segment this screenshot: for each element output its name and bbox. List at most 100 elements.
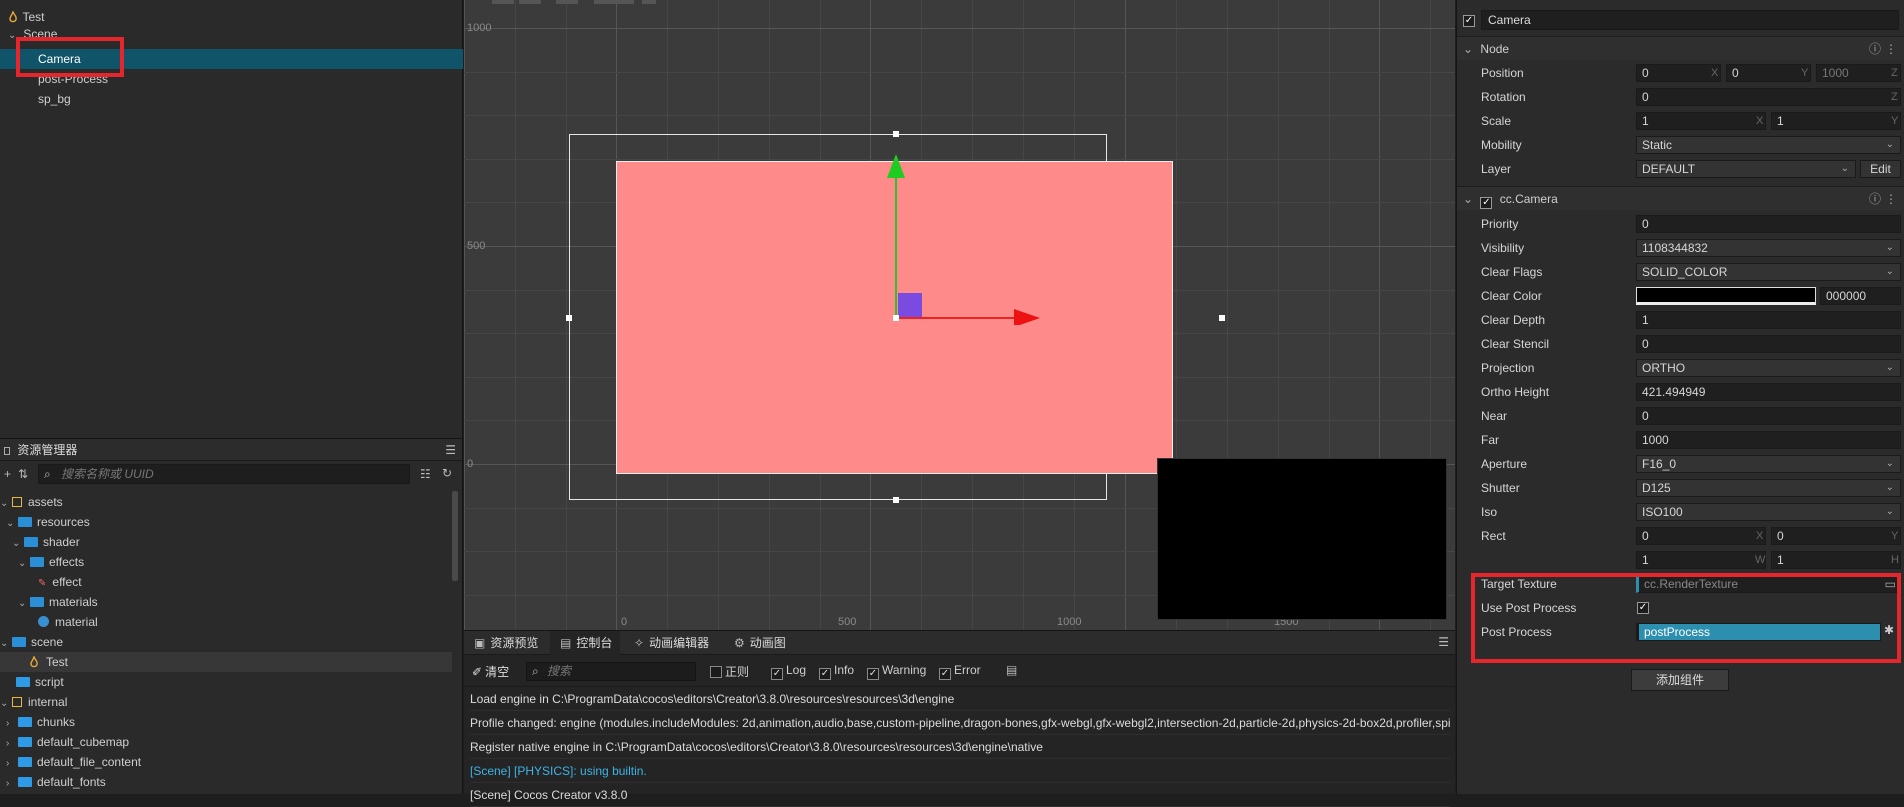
clear-color-hex-input[interactable]: 000000 bbox=[1820, 287, 1901, 305]
tab-console[interactable]: ▤ 控制台 bbox=[550, 631, 621, 655]
checkbox[interactable]: ✓ bbox=[771, 668, 783, 680]
folder-icon bbox=[24, 537, 38, 547]
more-icon[interactable]: ⋮ bbox=[1885, 187, 1897, 211]
asset-item-effects[interactable]: ⌄ effects bbox=[18, 552, 84, 572]
clear-color-swatch[interactable] bbox=[1636, 287, 1816, 305]
ortho-height-input[interactable]: 421.494949 bbox=[1636, 383, 1901, 401]
toolbar-button[interactable] bbox=[594, 0, 634, 4]
refresh-icon[interactable]: ↻ bbox=[442, 466, 452, 480]
folder-icon bbox=[18, 777, 32, 787]
projection-select[interactable]: ORTHO ⌄ bbox=[1636, 359, 1901, 377]
material-icon bbox=[38, 616, 49, 627]
rect-w-input[interactable]: 1 bbox=[1636, 551, 1766, 569]
rotation-z-input[interactable]: 0 bbox=[1636, 88, 1901, 106]
shutter-select[interactable]: D125 ⌄ bbox=[1636, 479, 1901, 497]
move-gizmo[interactable] bbox=[884, 150, 1044, 325]
info-filter[interactable]: ✓ Info bbox=[819, 663, 854, 680]
clear-flags-select[interactable]: SOLID_COLOR ⌄ bbox=[1636, 263, 1901, 281]
scene-view[interactable]: 1000 500 0 0 500 1000 1500 bbox=[464, 0, 1455, 630]
resize-handle[interactable] bbox=[1219, 315, 1225, 321]
rect-row: Rect 0 X 0 Y bbox=[1457, 524, 1904, 548]
visibility-select[interactable]: 1108344832 ⌄ bbox=[1636, 239, 1901, 257]
chevron-down-icon: ⌄ bbox=[1885, 242, 1894, 253]
clear-depth-input[interactable]: 1 bbox=[1636, 311, 1901, 329]
layer-select[interactable]: DEFAULT ⌄ bbox=[1636, 160, 1856, 178]
scrollbar[interactable] bbox=[452, 491, 458, 581]
rect-x-input[interactable]: 0 bbox=[1636, 527, 1766, 545]
error-filter[interactable]: ✓ Error bbox=[939, 663, 981, 680]
warning-filter[interactable]: ✓ Warning bbox=[867, 663, 926, 680]
clear-flags-row: Clear Flags SOLID_COLOR ⌄ bbox=[1457, 260, 1904, 284]
prop-label: Rotation bbox=[1481, 90, 1526, 104]
tab-animation-graph[interactable]: ⚙ 动画图 bbox=[724, 631, 794, 655]
asset-item-assets[interactable]: ⌄ assets bbox=[0, 492, 63, 512]
more-icon[interactable]: ⋮ bbox=[1885, 37, 1897, 61]
asset-item-chunks[interactable]: › chunks bbox=[6, 712, 75, 732]
log-file-icon[interactable]: ▤ bbox=[1006, 663, 1017, 677]
tree-item-sp-bg[interactable]: sp_bg bbox=[0, 89, 463, 109]
rect-y-input[interactable]: 0 bbox=[1771, 527, 1901, 545]
near-input[interactable]: 0 bbox=[1636, 407, 1901, 425]
layer-edit-button[interactable]: Edit bbox=[1860, 160, 1901, 178]
toolbar-button[interactable] bbox=[519, 0, 541, 4]
checkbox[interactable]: ✓ bbox=[867, 668, 879, 680]
priority-input[interactable]: 0 bbox=[1636, 215, 1901, 233]
asset-item-effect[interactable]: ✎ effect bbox=[38, 572, 82, 592]
toolbar-button[interactable] bbox=[492, 0, 514, 4]
clear-stencil-input[interactable]: 0 bbox=[1636, 335, 1901, 353]
position-y-input[interactable]: 0 bbox=[1726, 64, 1811, 82]
resize-handle[interactable] bbox=[566, 315, 572, 321]
asset-item-shader[interactable]: ⌄ shader bbox=[12, 532, 80, 552]
rect-h-input[interactable]: 1 bbox=[1771, 551, 1901, 569]
camera-section-header[interactable]: ⌄ ✓ cc.Camera ⓘ ⋮ bbox=[1457, 186, 1904, 210]
help-icon[interactable]: ⓘ bbox=[1869, 187, 1881, 211]
checkbox[interactable] bbox=[710, 666, 722, 678]
log-filter[interactable]: ✓ Log bbox=[771, 663, 806, 680]
assets-search-input[interactable]: ⌕ 搜索名称或 UUID bbox=[38, 464, 410, 484]
mobility-select[interactable]: Static ⌄ bbox=[1636, 136, 1901, 154]
aperture-select[interactable]: F16_0 ⌄ bbox=[1636, 455, 1901, 473]
node-section-header[interactable]: ⌄ Node ⓘ ⋮ bbox=[1457, 36, 1904, 60]
resize-handle[interactable] bbox=[893, 497, 899, 503]
asset-item-default-cubemap[interactable]: › default_cubemap bbox=[6, 732, 129, 752]
collapse-all-icon[interactable]: ☷ bbox=[420, 467, 431, 481]
position-z-input[interactable]: 1000 bbox=[1816, 64, 1901, 82]
node-name-input[interactable]: Camera bbox=[1481, 10, 1899, 30]
resize-handle[interactable] bbox=[893, 131, 899, 137]
far-input[interactable]: 1000 bbox=[1636, 431, 1901, 449]
iso-select[interactable]: ISO100 ⌄ bbox=[1636, 503, 1901, 521]
asset-item-material[interactable]: material bbox=[38, 612, 98, 632]
asset-item-resources[interactable]: ⌄ resources bbox=[6, 512, 90, 532]
checkbox[interactable]: ✓ bbox=[1463, 15, 1475, 27]
clear-button[interactable]: ✐ 清空 bbox=[472, 663, 509, 680]
scale-y-input[interactable]: 1 bbox=[1771, 112, 1901, 130]
regex-filter[interactable]: 正则 bbox=[710, 663, 749, 680]
menu-icon[interactable]: ☰ bbox=[445, 439, 456, 461]
asset-item-materials[interactable]: ⌄ materials bbox=[18, 592, 98, 612]
console-search-input[interactable]: ⌕ 搜索 bbox=[526, 662, 696, 681]
scale-x-input[interactable]: 1 bbox=[1636, 112, 1766, 130]
checkbox[interactable]: ✓ bbox=[939, 668, 951, 680]
asset-item-default-fonts[interactable]: › default_fonts bbox=[6, 772, 106, 792]
tab-asset-preview[interactable]: ▣ 资源预览 bbox=[464, 631, 546, 655]
sort-icon[interactable]: ⇅ bbox=[18, 467, 28, 481]
asset-label: Test bbox=[46, 655, 69, 669]
asset-item-test[interactable]: Test bbox=[0, 652, 452, 672]
console-line: Load engine in C:\ProgramData\cocos\edit… bbox=[470, 687, 1450, 711]
node-active-checkbox[interactable]: ✓ bbox=[1463, 10, 1475, 27]
tab-animation-editor[interactable]: ✧ 动画编辑器 bbox=[624, 631, 717, 655]
add-component-button[interactable]: 添加组件 bbox=[1631, 669, 1729, 691]
menu-icon[interactable]: ☰ bbox=[1438, 635, 1449, 649]
asset-item-scene-folder[interactable]: ⌄ scene bbox=[0, 632, 63, 652]
layer-row: Layer DEFAULT ⌄ Edit bbox=[1457, 157, 1904, 181]
toolbar-button[interactable] bbox=[556, 0, 578, 4]
asset-item-script[interactable]: script bbox=[16, 672, 64, 692]
position-x-input[interactable]: 0 bbox=[1636, 64, 1721, 82]
help-icon[interactable]: ⓘ bbox=[1869, 37, 1881, 61]
asset-item-internal[interactable]: ⌄ internal bbox=[0, 692, 67, 712]
toolbar-button[interactable] bbox=[642, 0, 656, 4]
asset-item-default-file-content[interactable]: › default_file_content bbox=[6, 752, 141, 772]
checkbox[interactable]: ✓ bbox=[819, 668, 831, 680]
add-icon[interactable]: + bbox=[4, 467, 11, 481]
component-enabled-checkbox[interactable]: ✓ bbox=[1480, 197, 1493, 209]
